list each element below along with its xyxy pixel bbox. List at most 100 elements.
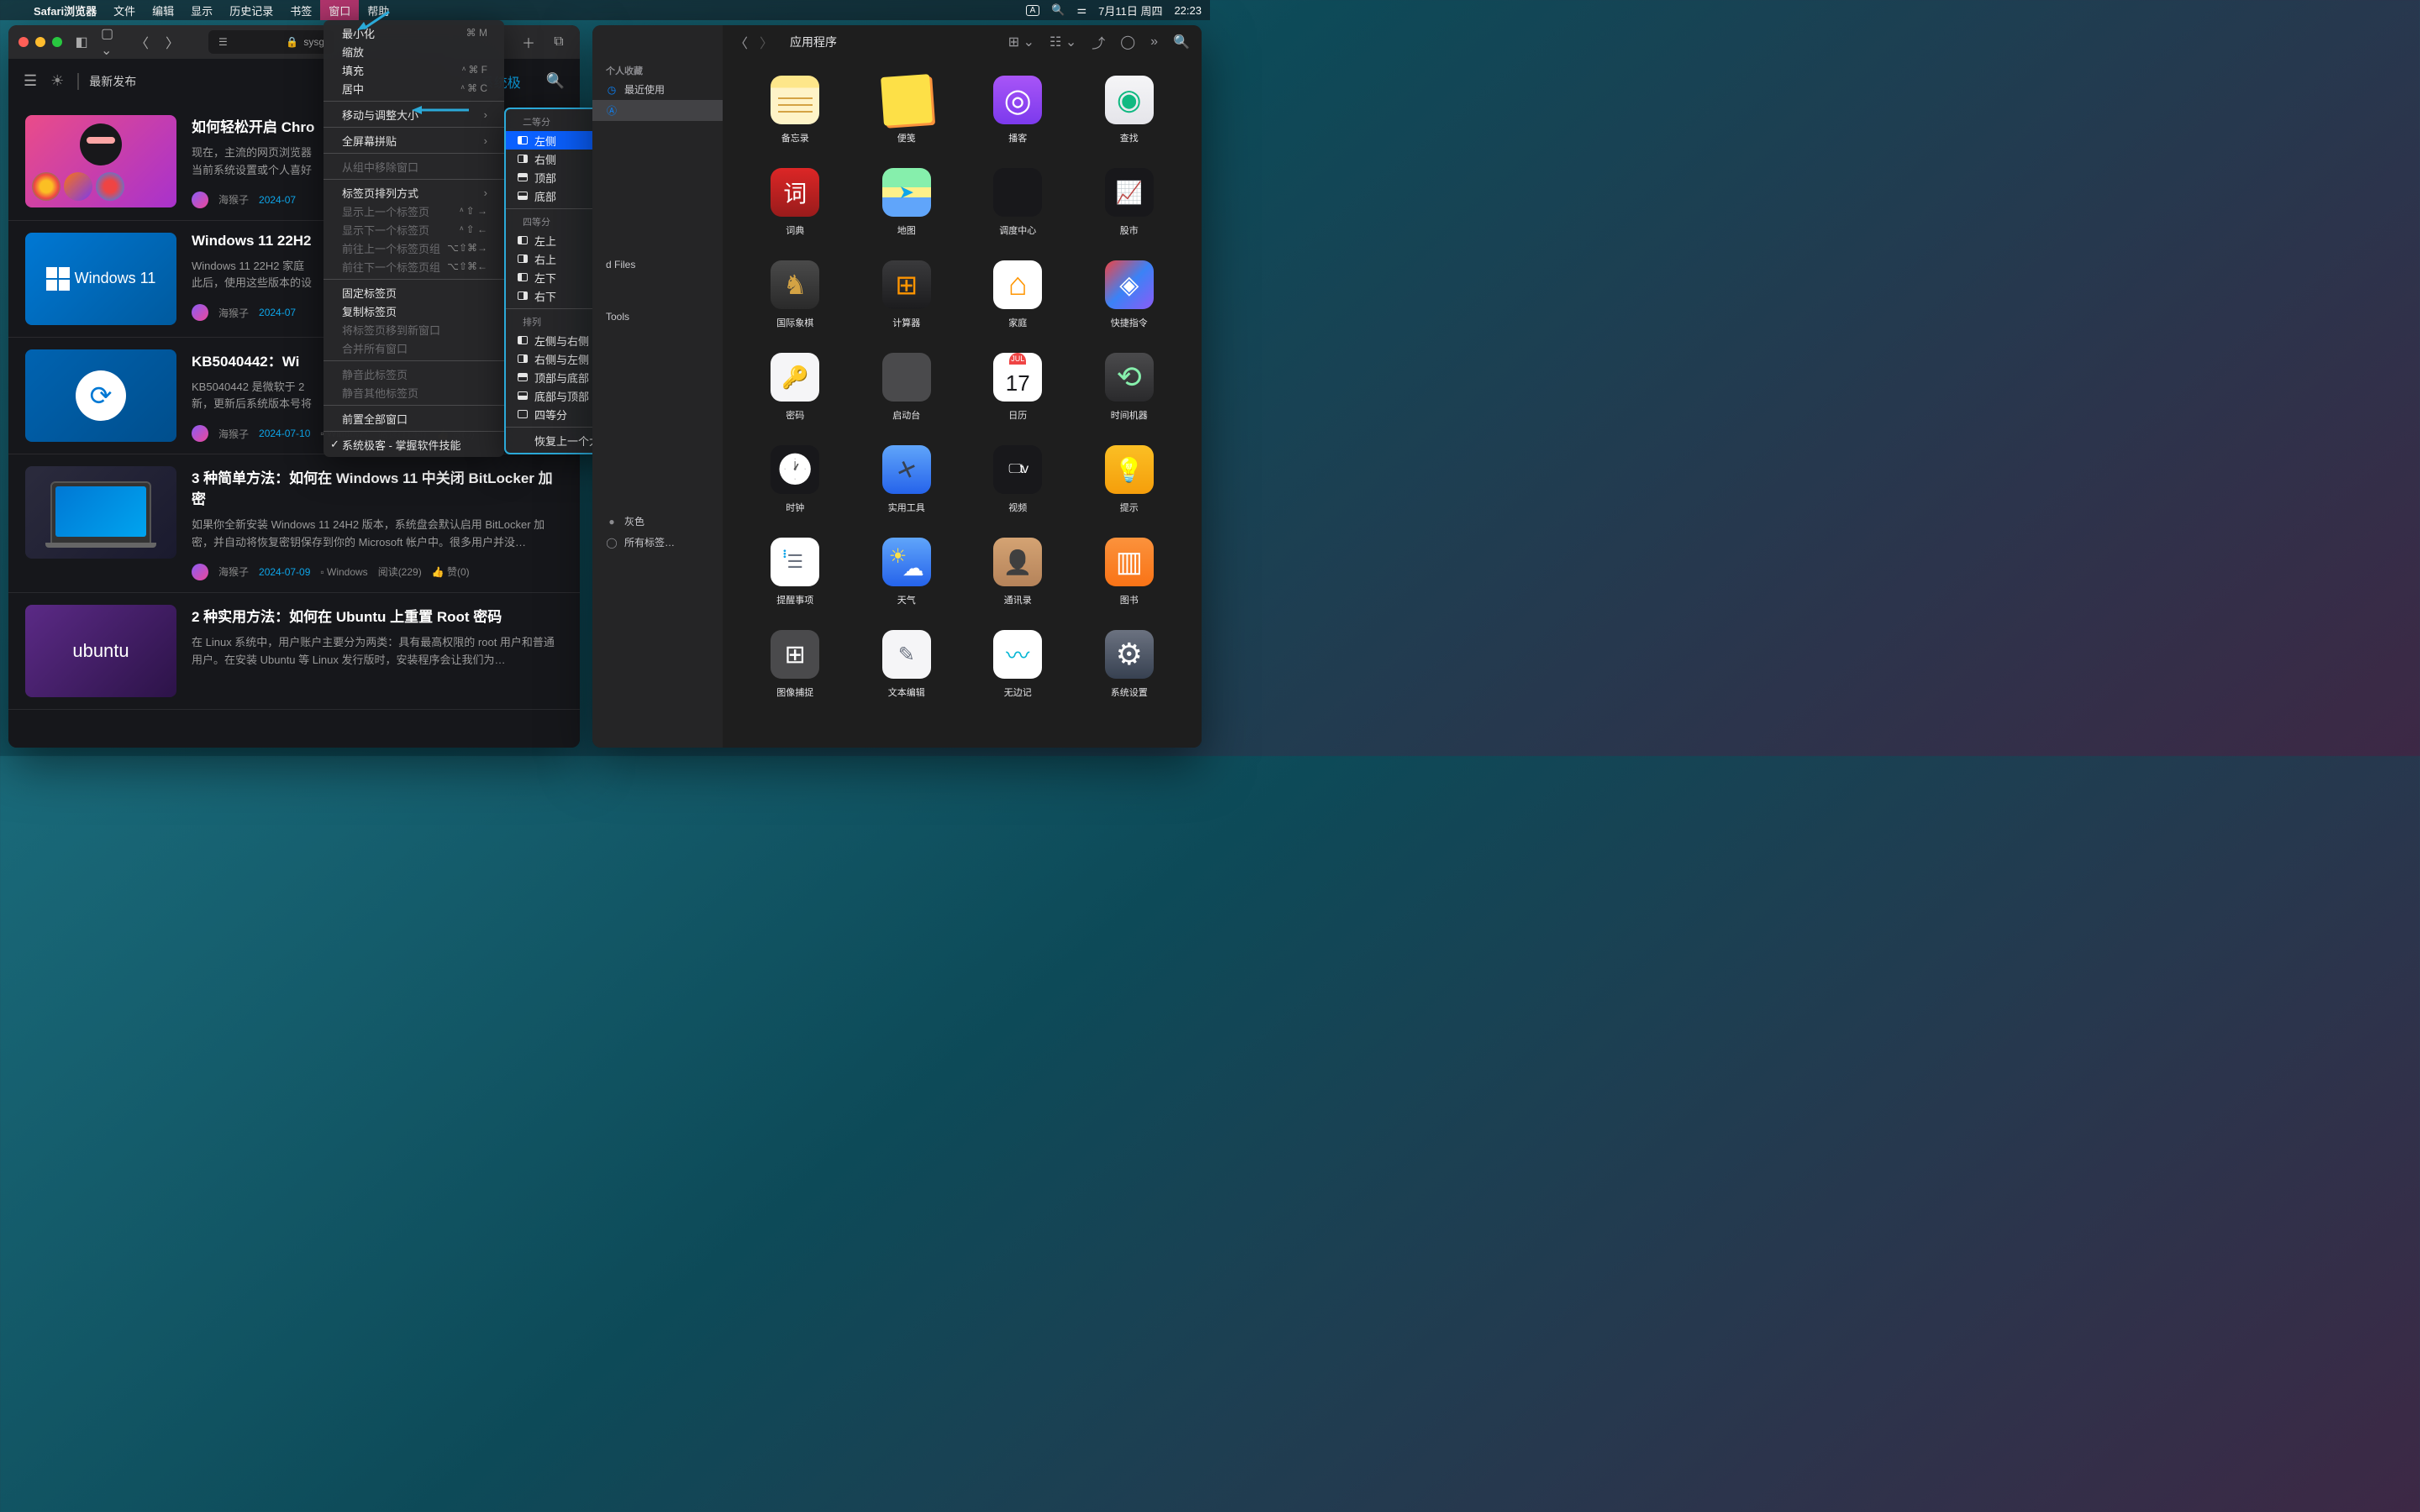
article-title: 2 种实用方法：如何在 Ubuntu 上重置 Root 密码 xyxy=(192,605,563,626)
sidebar-recent[interactable]: ◷最近使用 xyxy=(592,79,723,100)
app-shortcuts[interactable]: 快捷指令 xyxy=(1082,260,1177,329)
menu-history[interactable]: 历史记录 xyxy=(221,0,281,20)
app-image-capture[interactable]: 图像捕捉 xyxy=(748,630,843,699)
finder-window: 个人收藏 ◷最近使用 Ⓐ应用程序 d Files Tools ●灰色 ◯所有标签… xyxy=(592,25,1202,748)
new-tab-button[interactable]: ＋ xyxy=(518,33,539,51)
article-item[interactable]: ubuntu 2 种实用方法：如何在 Ubuntu 上重置 Root 密码 在 … xyxy=(8,593,580,710)
app-notes[interactable]: 备忘录 xyxy=(748,76,843,144)
article-date: 2024-07 xyxy=(259,307,296,318)
article-title: 3 种简单方法：如何在 Windows 11 中关闭 BitLocker 加密 xyxy=(192,466,563,508)
menu-tab-arrange[interactable]: 标签页排列方式› xyxy=(324,183,504,202)
more-button[interactable]: » xyxy=(1150,34,1158,50)
author-avatar xyxy=(192,564,208,580)
article-category: ▫ Windows xyxy=(320,566,367,578)
menu-minimize[interactable]: 最小化⌘ M xyxy=(324,24,504,42)
menu-move-resize[interactable]: 移动与调整大小› xyxy=(324,105,504,123)
tab-group-icon[interactable]: ▢ ⌄ xyxy=(101,33,123,51)
lock-icon: 🔒 xyxy=(286,36,298,48)
menu-view[interactable]: 显示 xyxy=(182,0,221,20)
menu-pin-tab[interactable]: 固定标签页 xyxy=(324,283,504,302)
app-system-settings[interactable]: 系统设置 xyxy=(1082,630,1177,699)
app-clock[interactable]: 时钟 xyxy=(748,445,843,514)
minimize-button[interactable] xyxy=(35,37,45,47)
app-tips[interactable]: 提示 xyxy=(1082,445,1177,514)
app-time-machine[interactable]: 时间机器 xyxy=(1082,353,1177,422)
zoom-button[interactable] xyxy=(52,37,62,47)
sidebar-toggle-icon[interactable]: ◧ xyxy=(71,33,92,51)
menu-bookmarks[interactable]: 书签 xyxy=(281,0,320,20)
tags-button[interactable]: ◯ xyxy=(1120,34,1135,50)
tab-overview-button[interactable]: ⧉ xyxy=(548,33,570,51)
sidebar-tag-gray[interactable]: ●灰色 xyxy=(592,511,723,532)
app-books[interactable]: 图书 xyxy=(1082,538,1177,606)
menu-file[interactable]: 文件 xyxy=(105,0,144,20)
menu-bring-all-front[interactable]: 前置全部窗口 xyxy=(324,409,504,428)
article-thumbnail: Windows 11 xyxy=(25,233,176,325)
app-utilities[interactable]: 实用工具 xyxy=(860,445,955,514)
menu-center[interactable]: 居中ᶺ ⌘ C xyxy=(324,79,504,97)
sidebar-section-favorites: 个人收藏 xyxy=(592,59,723,79)
spotlight-icon[interactable]: 🔍 xyxy=(1051,3,1065,17)
app-textedit[interactable]: 文本编辑 xyxy=(860,630,955,699)
menu-fullscreen-tile[interactable]: 全屏幕拼贴› xyxy=(324,131,504,150)
app-passwords[interactable]: 密码 xyxy=(748,353,843,422)
menu-fill[interactable]: 填充ᶺ ⌘ F xyxy=(324,60,504,79)
app-findmy[interactable]: 查找 xyxy=(1082,76,1177,144)
finder-forward-button[interactable]: 〉 xyxy=(760,32,773,52)
app-stickies[interactable]: 便笺 xyxy=(860,76,955,144)
article-desc: 在 Linux 系统中，用户账户主要分为两类：具有最高权限的 root 用户和普… xyxy=(192,634,563,669)
sidebar-applications[interactable]: Ⓐ应用程序 xyxy=(592,100,723,121)
finder-title: 应用程序 xyxy=(790,34,837,50)
menu-window-item[interactable]: 系统极客 - 掌握软件技能 xyxy=(324,435,504,454)
sidebar-all-tags[interactable]: ◯所有标签… xyxy=(592,532,723,553)
menu-dup-tab[interactable]: 复制标签页 xyxy=(324,302,504,320)
app-podcasts[interactable]: 播客 xyxy=(971,76,1065,144)
back-button[interactable]: 〈 xyxy=(131,33,153,51)
app-menu[interactable]: Safari浏览器 xyxy=(25,3,105,18)
share-button[interactable]: ⤴ xyxy=(1092,32,1105,52)
app-stocks[interactable]: 股市 xyxy=(1082,168,1177,237)
article-item[interactable]: 3 种简单方法：如何在 Windows 11 中关闭 BitLocker 加密 … xyxy=(8,454,580,593)
search-button[interactable]: 🔍 xyxy=(1173,34,1190,50)
app-reminders[interactable]: 提醒事项 xyxy=(748,538,843,606)
menu-next-tab-group: 前往下一个标签页组⌥⇧⌘← xyxy=(324,257,504,276)
sidebar-item[interactable]: d Files xyxy=(592,255,723,274)
app-launchpad[interactable]: 启动台 xyxy=(860,353,955,422)
author-name: 海猴子 xyxy=(218,306,249,320)
app-mission-control[interactable]: 调度中心 xyxy=(971,168,1065,237)
menu-show-prev-tab: 显示上一个标签页ᶺ ⇧ → xyxy=(324,202,504,220)
menu-show-next-tab: 显示下一个标签页ᶺ ⇧ ← xyxy=(324,220,504,239)
input-source-indicator[interactable]: A xyxy=(1026,5,1040,16)
sidebar-item[interactable]: Tools xyxy=(592,307,723,326)
menubar-time[interactable]: 22:23 xyxy=(1174,4,1202,17)
reader-icon[interactable]: ☰ xyxy=(218,36,228,48)
app-calendar[interactable]: JUL17日历 xyxy=(971,353,1065,422)
app-tv[interactable]: 视频 xyxy=(971,445,1065,514)
menubar-date[interactable]: 7月11日 周四 xyxy=(1098,3,1162,18)
site-search-icon[interactable]: 🔍 xyxy=(546,72,565,90)
app-home[interactable]: 家庭 xyxy=(971,260,1065,329)
article-likes: 👍 赞(0) xyxy=(432,564,470,579)
app-calculator[interactable]: 计算器 xyxy=(860,260,955,329)
finder-sidebar: 个人收藏 ◷最近使用 Ⓐ应用程序 d Files Tools ●灰色 ◯所有标签… xyxy=(592,25,723,748)
menu-edit[interactable]: 编辑 xyxy=(144,0,182,20)
menu-zoom[interactable]: 缩放 xyxy=(324,42,504,60)
menu-mute-others: 静音其他标签页 xyxy=(324,383,504,402)
app-dictionary[interactable]: 词典 xyxy=(748,168,843,237)
control-center-icon[interactable]: ⚌ xyxy=(1076,3,1086,17)
app-contacts[interactable]: 通讯录 xyxy=(971,538,1065,606)
site-menu-icon[interactable]: ☰ xyxy=(24,72,37,90)
finder-back-button[interactable]: 〈 xyxy=(734,32,748,52)
close-button[interactable] xyxy=(18,37,29,47)
forward-button[interactable]: 〉 xyxy=(161,33,183,51)
nav-latest[interactable]: 最新发布 xyxy=(77,73,136,90)
app-maps[interactable]: 地图 xyxy=(860,168,955,237)
app-weather[interactable]: 天气 xyxy=(860,538,955,606)
menu-window[interactable]: 窗口 xyxy=(320,0,359,20)
app-freeform[interactable]: 无边记 xyxy=(971,630,1065,699)
menu-help[interactable]: 帮助 xyxy=(359,0,397,20)
group-button[interactable]: ☷ ⌄ xyxy=(1050,34,1076,50)
view-icons-button[interactable]: ⊞ ⌄ xyxy=(1008,34,1034,50)
address-bar[interactable]: ☰ 🔒 sysg xyxy=(208,30,334,54)
app-chess[interactable]: 国际象棋 xyxy=(748,260,843,329)
